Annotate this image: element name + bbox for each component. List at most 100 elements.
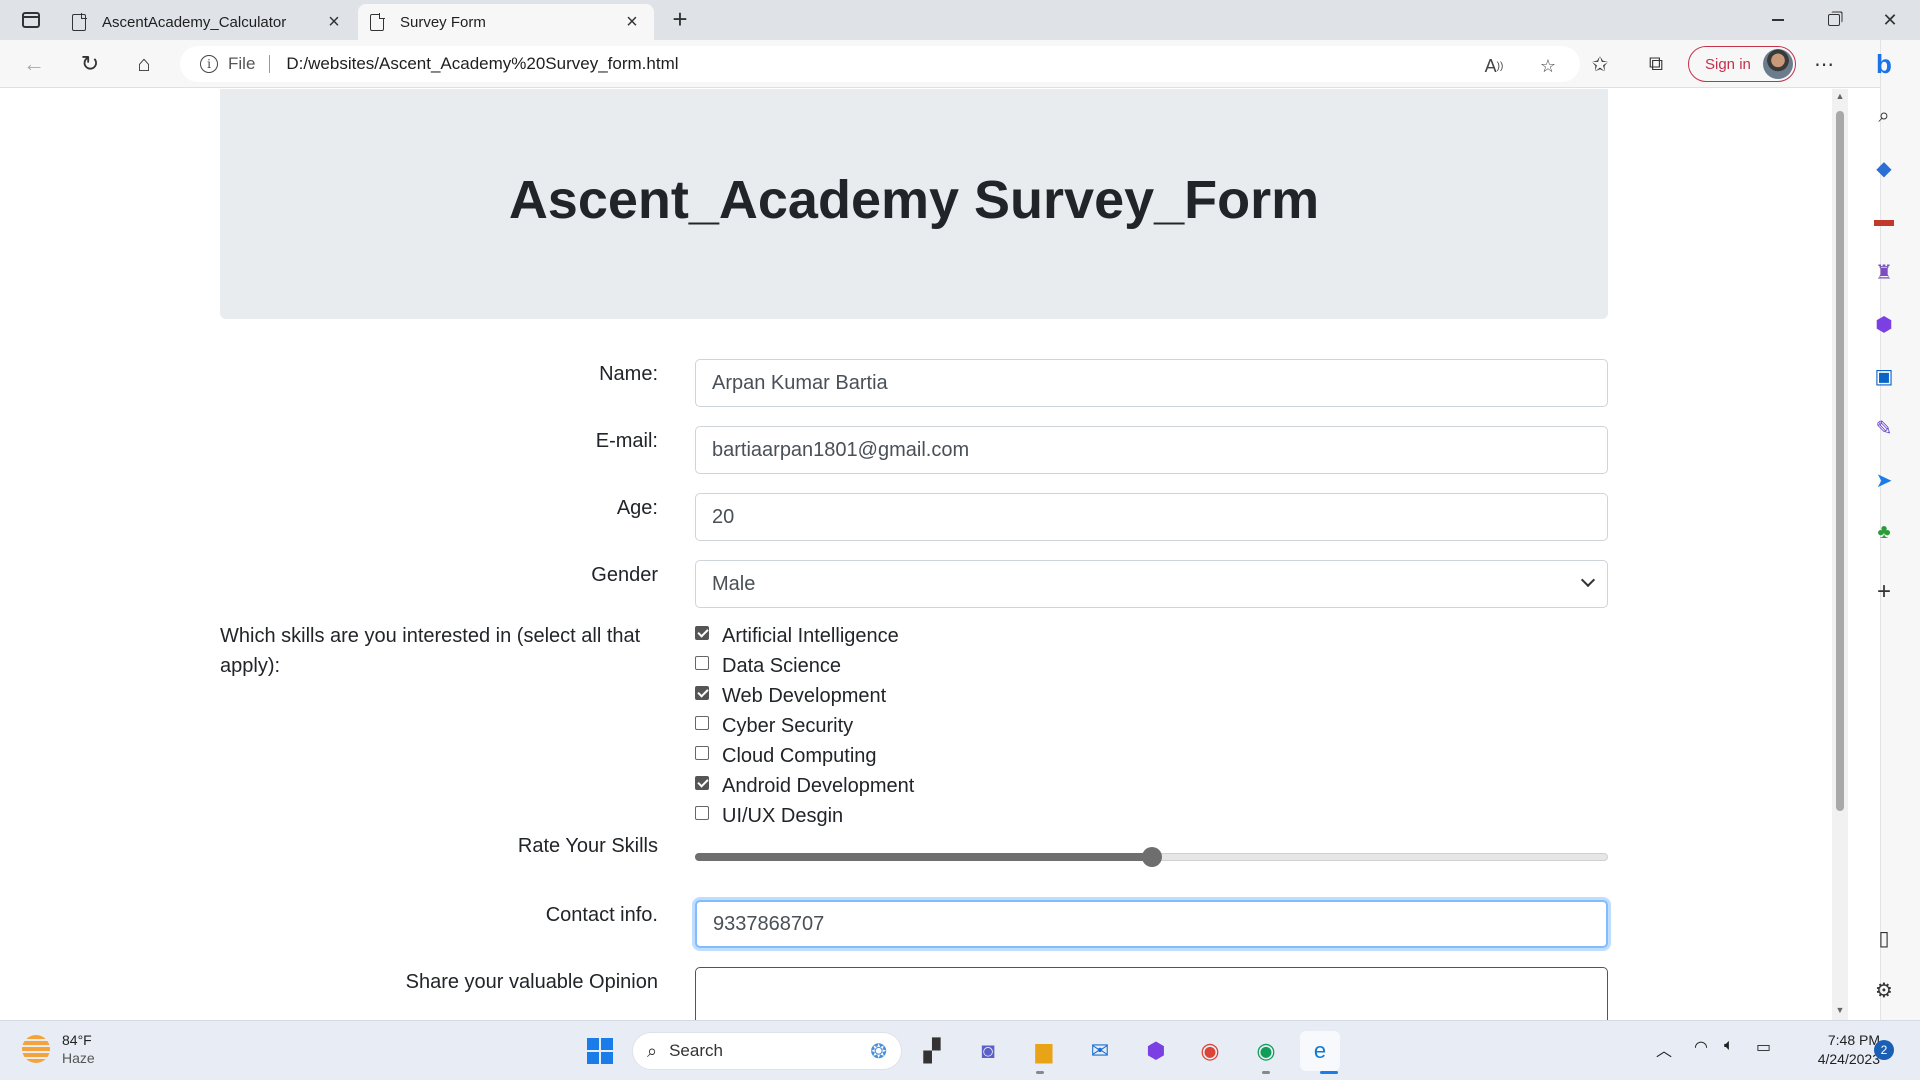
designer-icon[interactable]: ✎: [1866, 410, 1902, 446]
tree-icon[interactable]: ♣: [1866, 514, 1902, 550]
tab-title: Survey Form: [400, 13, 486, 31]
gender-selected-value: Male: [712, 572, 756, 595]
haze-sun-icon: [22, 1035, 50, 1063]
search-icon[interactable]: ⌕: [1866, 98, 1902, 134]
new-tab-button[interactable]: +: [666, 6, 694, 34]
weather-widget[interactable]: 84°F Haze: [22, 1031, 95, 1067]
page-icon: [72, 12, 87, 31]
header-banner: Ascent_Academy Survey_Form: [220, 89, 1608, 319]
page-viewport: Ascent_Academy Survey_Form Name: Arpan K…: [0, 89, 1832, 1020]
gear-icon[interactable]: ⚙: [1866, 972, 1902, 1008]
weather-description: Haze: [62, 1050, 95, 1066]
skill-option[interactable]: Android Development: [695, 771, 914, 801]
avatar: [1763, 49, 1793, 79]
age-input[interactable]: 20: [695, 493, 1608, 541]
add-favorite-icon[interactable]: ☆: [1534, 52, 1562, 80]
info-icon[interactable]: i: [200, 55, 218, 73]
scroll-thumb[interactable]: [1836, 111, 1844, 811]
chrome-icon[interactable]: ◉: [1190, 1031, 1230, 1071]
chrome-profile-icon[interactable]: ◉: [1246, 1031, 1286, 1071]
tab-actions-icon[interactable]: [14, 8, 48, 32]
taskbar-clock[interactable]: 7:48 PM 4/24/2023: [1790, 1031, 1880, 1069]
skill-checkbox[interactable]: [695, 776, 709, 790]
show-hidden-icons-chevron-icon[interactable]: ︿: [1656, 1037, 1672, 1061]
scroll-down-icon[interactable]: ▼: [1835, 1005, 1845, 1015]
email-label: E-mail:: [595, 430, 658, 452]
running-app-indicator: [1262, 1071, 1270, 1074]
teams-chat-icon[interactable]: ◙: [968, 1031, 1008, 1071]
skill-label: Web Development: [722, 684, 887, 707]
games-icon[interactable]: ♜: [1866, 254, 1902, 290]
favorites-icon[interactable]: ✩: [1584, 48, 1616, 80]
skills-label: Which skills are you interested in (sele…: [220, 625, 641, 677]
skill-option[interactable]: Cloud Computing: [695, 741, 914, 771]
read-aloud-icon[interactable]: A)): [1480, 52, 1508, 80]
close-icon[interactable]: ×: [622, 11, 642, 34]
skill-option[interactable]: Data Science: [695, 651, 914, 681]
email-input[interactable]: bartiaarpan1801@gmail.com: [695, 426, 1608, 474]
tab-title: AscentAcademy_Calculator: [102, 13, 287, 31]
shopping-tag-icon[interactable]: ◆: [1866, 150, 1902, 186]
home-icon[interactable]: ⌂: [128, 48, 160, 80]
notification-badge[interactable]: 2: [1874, 1040, 1894, 1060]
collections-icon[interactable]: ⧉: [1640, 48, 1672, 80]
microsoft-365-app-icon[interactable]: ⬢: [1136, 1031, 1176, 1071]
skill-option[interactable]: Artificial Intelligence: [695, 621, 914, 651]
more-options-icon[interactable]: ⋯: [1808, 48, 1840, 80]
volume-icon[interactable]: 🔈︎: [1724, 1037, 1734, 1055]
tab-survey-form[interactable]: Survey Form ×: [358, 4, 654, 40]
gender-label: Gender: [591, 564, 658, 586]
skill-label: Data Science: [722, 654, 841, 677]
reload-icon[interactable]: ↻: [74, 48, 106, 80]
age-label: Age:: [616, 497, 658, 519]
url-text[interactable]: D:/websites/Ascent_Academy%20Survey_form…: [286, 54, 678, 74]
add-icon[interactable]: +: [1866, 574, 1902, 610]
file-explorer-icon[interactable]: ▆: [1024, 1031, 1064, 1071]
send-icon[interactable]: ➤: [1866, 462, 1902, 498]
browser-toolbar: ← ↻ ⌂ i File D:/websites/Ascent_Academy%…: [0, 40, 1880, 88]
task-view-icon[interactable]: ▞: [912, 1031, 952, 1071]
skill-checkbox[interactable]: [695, 656, 709, 670]
search-highlight-icon: ❂: [870, 1040, 887, 1063]
tools-icon[interactable]: ▬: [1866, 202, 1902, 238]
scroll-up-icon[interactable]: ▲: [1835, 91, 1845, 101]
skill-option[interactable]: Cyber Security: [695, 711, 914, 741]
rate-skills-slider[interactable]: [695, 846, 1608, 868]
close-icon[interactable]: ×: [324, 11, 344, 34]
skills-checkbox-group: Artificial Intelligence Data Science Web…: [695, 621, 914, 831]
contact-label: Contact info.: [545, 904, 658, 926]
taskbar-search-box[interactable]: ⌕ Search ❂: [632, 1032, 902, 1070]
sign-in-button[interactable]: Sign in: [1688, 46, 1796, 82]
outlook-icon[interactable]: ▣: [1866, 358, 1902, 394]
skill-option[interactable]: Web Development: [695, 681, 914, 711]
slider-thumb[interactable]: [1141, 847, 1162, 867]
back-arrow-icon[interactable]: ←: [18, 48, 50, 80]
mail-icon[interactable]: ✉: [1080, 1031, 1120, 1071]
contact-input[interactable]: 9337868707: [695, 900, 1608, 948]
name-input[interactable]: Arpan Kumar Bartia: [695, 359, 1608, 407]
page-scrollbar[interactable]: ▲ ▼: [1832, 89, 1848, 1020]
skill-checkbox[interactable]: [695, 716, 709, 730]
window-close-button[interactable]: ✕: [1862, 0, 1918, 40]
gender-select[interactable]: Male: [695, 560, 1608, 608]
skill-checkbox[interactable]: [695, 626, 709, 640]
chevron-down-icon: [1580, 572, 1596, 588]
tab-calculator[interactable]: AscentAcademy_Calculator ×: [60, 4, 356, 40]
skill-checkbox[interactable]: [695, 686, 709, 700]
edge-icon[interactable]: e: [1300, 1031, 1340, 1071]
bing-copilot-icon[interactable]: b: [1864, 44, 1904, 84]
skill-checkbox[interactable]: [695, 806, 709, 820]
split-screen-icon[interactable]: ▯: [1866, 920, 1902, 956]
tab-strip: AscentAcademy_Calculator × Survey Form ×…: [0, 0, 1920, 40]
minimize-button[interactable]: [1750, 0, 1806, 40]
skill-checkbox[interactable]: [695, 746, 709, 760]
maximize-button[interactable]: [1806, 0, 1862, 40]
address-bar[interactable]: i File D:/websites/Ascent_Academy%20Surv…: [180, 46, 1580, 82]
wifi-icon[interactable]: ◠: [1694, 1037, 1708, 1057]
skill-option[interactable]: UI/UX Desgin: [695, 801, 914, 831]
opinion-textarea[interactable]: [695, 967, 1608, 1020]
page-icon: [370, 12, 385, 31]
battery-icon[interactable]: ▭: [1756, 1037, 1771, 1057]
windows-start-icon[interactable]: [580, 1031, 620, 1071]
microsoft-365-icon[interactable]: ⬢: [1866, 306, 1902, 342]
